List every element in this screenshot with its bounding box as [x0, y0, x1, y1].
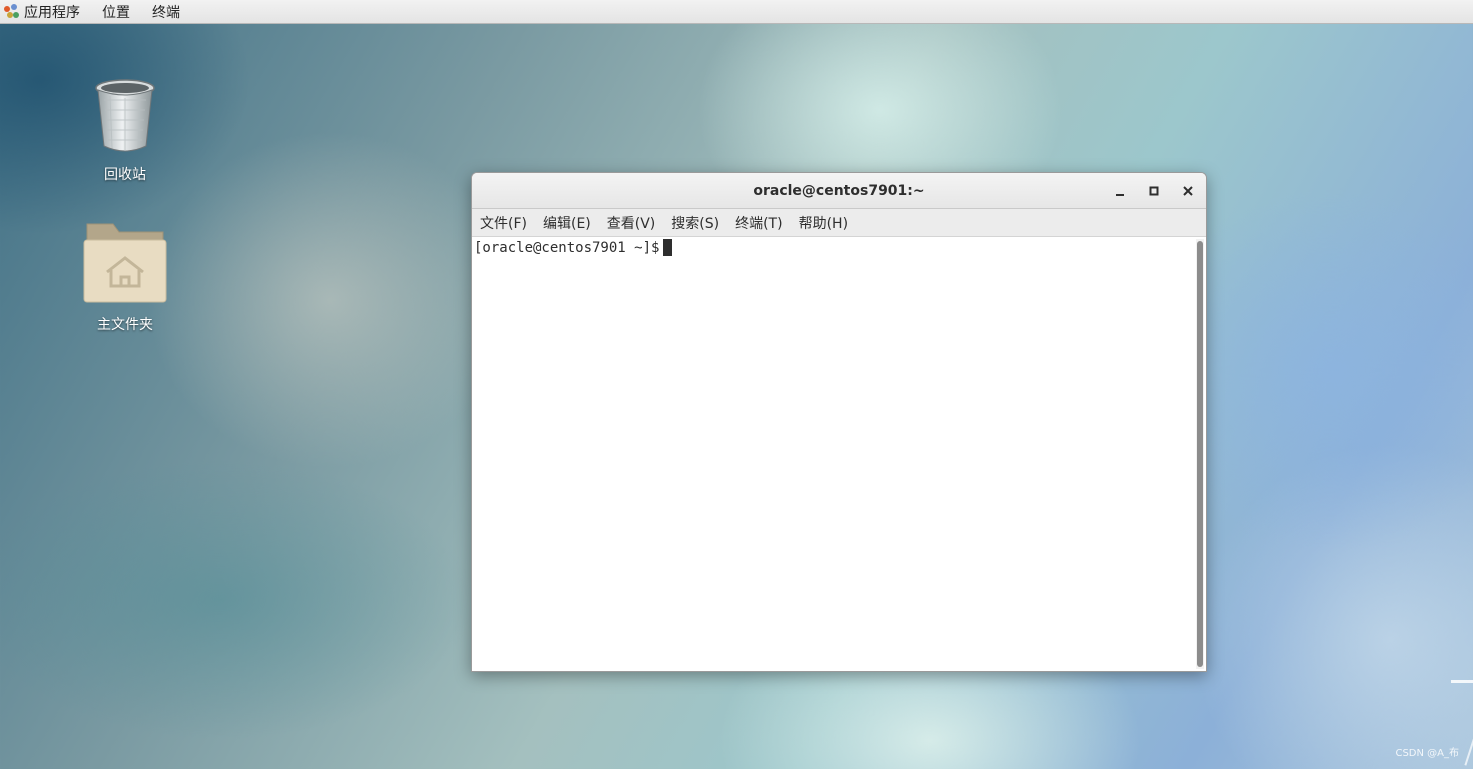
menu-file[interactable]: 文件(F) — [480, 213, 527, 233]
top-menu-terminal[interactable]: 终端 — [152, 2, 180, 22]
maximize-button[interactable] — [1144, 181, 1164, 201]
trash-label: 回收站 — [104, 167, 146, 183]
terminal-window[interactable]: oracle@centos7901:~ 文件(F) 编辑(E) 查看(V) 搜索… — [471, 172, 1207, 672]
desktop-icon-home-folder[interactable]: 主文件夹 — [80, 222, 170, 334]
scrollbar-thumb[interactable] — [1197, 241, 1203, 667]
terminal-scrollbar[interactable] — [1196, 239, 1204, 669]
shell-prompt: [oracle@centos7901 ~]$ — [474, 239, 660, 256]
menu-search[interactable]: 搜索(S) — [671, 213, 719, 233]
menu-terminal[interactable]: 终端(T) — [735, 213, 782, 233]
top-menu-places[interactable]: 位置 — [102, 2, 130, 22]
edge-decoration — [1451, 680, 1473, 683]
desktop-icon-trash[interactable]: 回收站 — [80, 76, 170, 184]
trash-icon — [95, 79, 155, 152]
menu-edit[interactable]: 编辑(E) — [543, 213, 591, 233]
close-icon — [1183, 186, 1193, 196]
watermark: CSDN @A_布 — [1395, 748, 1459, 759]
minimize-button[interactable] — [1110, 181, 1130, 201]
terminal-prompt-line: [oracle@centos7901 ~]$ — [474, 239, 1206, 256]
close-button[interactable] — [1178, 181, 1198, 201]
home-folder-icon — [83, 223, 167, 303]
menu-help[interactable]: 帮助(H) — [799, 213, 848, 233]
applications-icon[interactable] — [4, 3, 20, 20]
terminal-output[interactable]: [oracle@centos7901 ~]$ — [472, 237, 1206, 671]
maximize-icon — [1149, 186, 1159, 196]
home-folder-label: 主文件夹 — [97, 317, 153, 333]
top-panel: 应用程序 位置 终端 — [0, 0, 1473, 24]
terminal-menubar: 文件(F) 编辑(E) 查看(V) 搜索(S) 终端(T) 帮助(H) — [472, 209, 1206, 237]
terminal-titlebar[interactable]: oracle@centos7901:~ — [472, 173, 1206, 209]
minimize-icon — [1116, 194, 1124, 196]
edge-decoration-slash — [1464, 736, 1473, 766]
top-menu-applications[interactable]: 应用程序 — [24, 2, 80, 22]
text-cursor — [663, 239, 673, 256]
menu-view[interactable]: 查看(V) — [607, 213, 656, 233]
window-title: oracle@centos7901:~ — [753, 182, 925, 199]
